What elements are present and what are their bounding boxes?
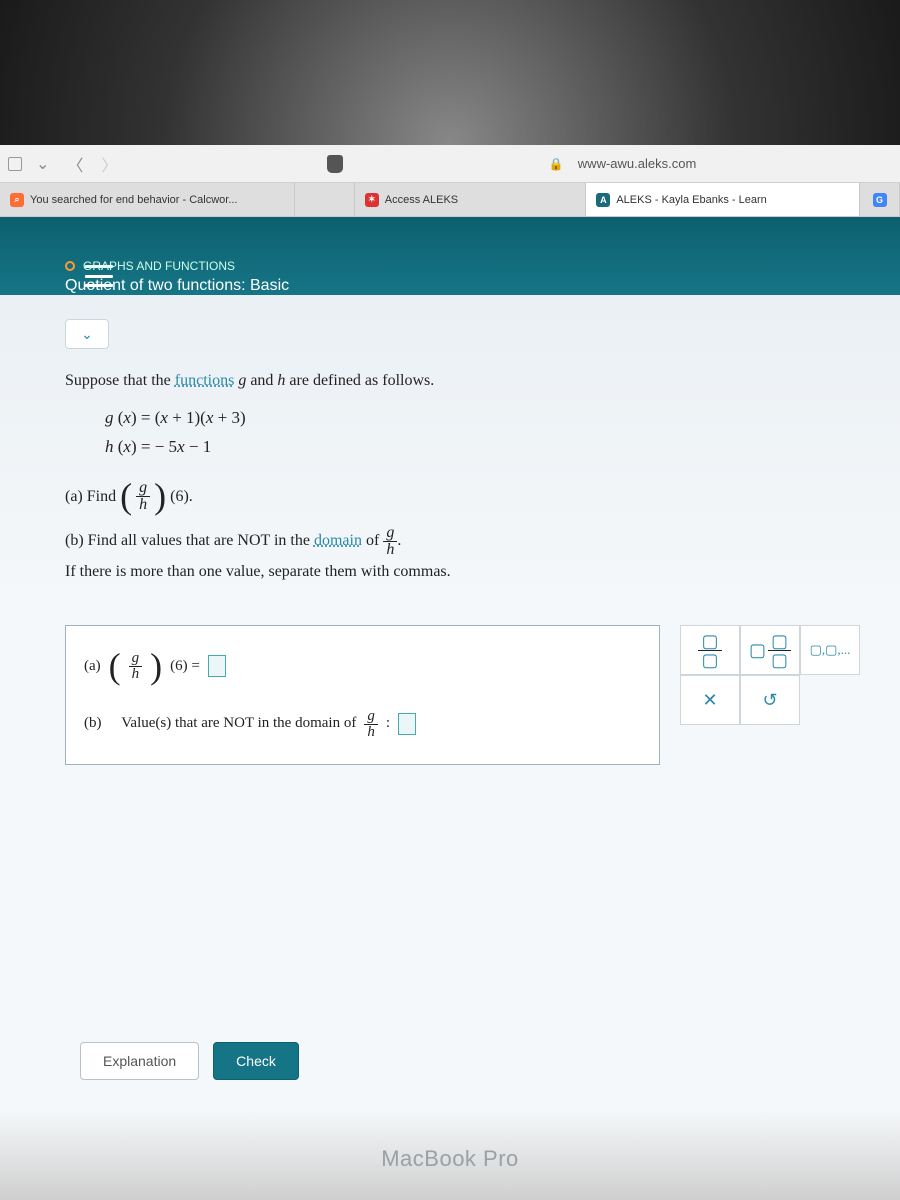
tab-search[interactable]: ⌕ You searched for end behavior - Calcwo…: [0, 183, 295, 216]
tab-strip: ⌕ You searched for end behavior - Calcwo…: [0, 183, 900, 217]
link-functions[interactable]: functions: [175, 372, 235, 389]
tab-label: ALEKS - Kayla Ebanks - Learn: [616, 194, 766, 206]
browser-toolbar: ⌄ 〈 〉 🔒 www-awu.aleks.com: [0, 145, 900, 183]
shield-icon[interactable]: [327, 155, 343, 173]
tab-other[interactable]: G: [860, 183, 900, 216]
favicon-icon: G: [873, 193, 887, 207]
undo-icon: ↺: [762, 685, 777, 716]
category-label: GRAPHS AND FUNCTIONS: [83, 259, 235, 273]
tab-aleks-learn[interactable]: A ALEKS - Kayla Ebanks - Learn: [586, 183, 860, 216]
answer-b-row: (b) Value(s) that are NOT in the domain …: [84, 701, 641, 748]
answer-box: (a) ( gh ) (6) = (b) Value(s) that are N…: [65, 625, 660, 764]
explanation-button[interactable]: Explanation: [80, 1042, 199, 1080]
check-button[interactable]: Check: [213, 1042, 299, 1080]
page-title: Quotient of two functions: Basic: [65, 277, 880, 295]
equation-h: h (x) = − 5x − 1: [105, 433, 880, 462]
favicon-icon: ⌕: [10, 193, 24, 207]
problem-intro: Suppose that the functions g and h are d…: [65, 367, 880, 394]
x-icon: ✕: [702, 685, 717, 716]
favicon-icon: ✶: [365, 193, 379, 207]
tool-panel: ▢▢ ▢▢▢ ▢,▢,... ✕ ↺: [680, 625, 880, 725]
chevron-down-icon: ⌄: [81, 326, 93, 343]
lock-icon: 🔒: [549, 157, 564, 171]
sidebar-toggle-icon[interactable]: [8, 157, 22, 171]
tool-list[interactable]: ▢,▢,...: [800, 625, 860, 675]
device-label: MacBook Pro: [0, 1146, 900, 1172]
equation-g: g (x) = (x + 1)(x + 3): [105, 404, 880, 433]
answer-a-input[interactable]: [208, 655, 226, 677]
address-url[interactable]: www-awu.aleks.com: [578, 156, 696, 171]
tool-undo[interactable]: ↺: [740, 675, 800, 725]
link-domain[interactable]: domain: [314, 532, 362, 549]
tab-access-aleks[interactable]: ✶ Access ALEKS: [355, 183, 587, 216]
category-dot-icon: [65, 261, 75, 271]
favicon-icon: A: [596, 193, 610, 207]
part-b-hint: If there is more than one value, separat…: [65, 558, 880, 585]
page-content: GRAPHS AND FUNCTIONS Quotient of two fun…: [0, 217, 900, 1200]
tab-label: Access ALEKS: [385, 194, 458, 206]
back-icon[interactable]: 〈: [63, 152, 87, 176]
answer-a-row: (a) ( gh ) (6) =: [84, 642, 641, 690]
part-a: (a) Find ( gh ) (6).: [65, 480, 880, 513]
browser-window: ⌄ 〈 〉 🔒 www-awu.aleks.com ⌕ You searched…: [0, 145, 900, 1200]
tool-mixed-fraction[interactable]: ▢▢▢: [740, 625, 800, 675]
tab-label: You searched for end behavior - Calcwor.…: [30, 194, 238, 206]
dropdown-toggle[interactable]: ⌄: [65, 319, 109, 349]
forward-icon[interactable]: 〉: [97, 152, 121, 176]
tool-clear[interactable]: ✕: [680, 675, 740, 725]
tool-fraction[interactable]: ▢▢: [680, 625, 740, 675]
tab-blank[interactable]: [295, 183, 355, 216]
dropdown-icon[interactable]: ⌄: [32, 154, 53, 174]
answer-b-input[interactable]: [398, 713, 416, 735]
laptop-bezel: [0, 0, 900, 145]
part-b: (b) Find all values that are NOT in the …: [65, 525, 880, 558]
